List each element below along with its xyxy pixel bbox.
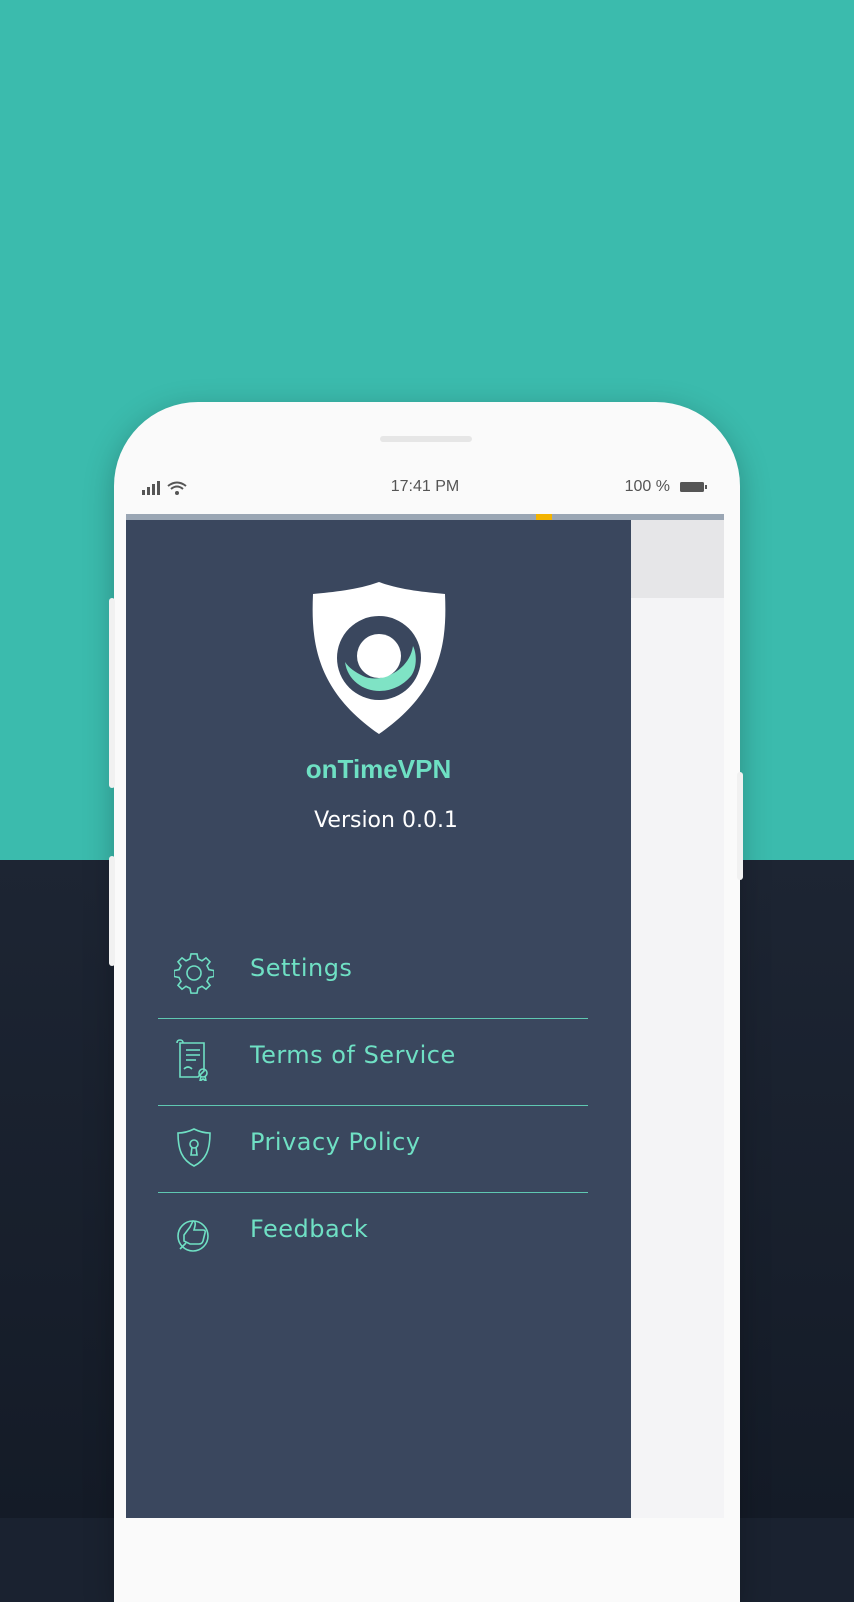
app-version: Version 0.0.1 bbox=[314, 808, 458, 833]
shield-lock-icon bbox=[177, 1128, 211, 1167]
battery-icon bbox=[680, 482, 707, 492]
phone-speaker bbox=[380, 436, 472, 442]
phone-power-button bbox=[737, 772, 743, 880]
app-name: onTimeVPN bbox=[305, 754, 452, 784]
menu-item-settings[interactable]: Settings bbox=[158, 932, 588, 1019]
status-bar: 17:41 PM 100 % bbox=[126, 470, 724, 506]
navigation-drawer: onTimeVPN Version 0.0.1 Settings Terms o… bbox=[126, 520, 631, 1518]
menu-label-terms-of-service: Terms of Service bbox=[250, 1041, 456, 1069]
menu-label-settings: Settings bbox=[250, 954, 353, 982]
menu-item-terms-of-service[interactable]: Terms of Service bbox=[158, 1019, 588, 1106]
battery-percent: 100 % bbox=[624, 478, 670, 495]
phone-volume-button bbox=[109, 598, 115, 788]
drawer-menu: Settings Terms of Service Privacy Policy… bbox=[158, 932, 588, 1279]
phone-side-button bbox=[109, 856, 115, 966]
thumbs-up-icon bbox=[177, 1220, 209, 1252]
gear-icon bbox=[174, 953, 214, 994]
menu-label-privacy-policy: Privacy Policy bbox=[250, 1128, 421, 1156]
document-icon bbox=[176, 1039, 208, 1081]
menu-item-privacy-policy[interactable]: Privacy Policy bbox=[158, 1106, 588, 1193]
app-logo-icon bbox=[312, 582, 446, 734]
background-app-header bbox=[631, 520, 724, 598]
menu-label-feedback: Feedback bbox=[250, 1215, 369, 1243]
app-screen: onTimeVPN Version 0.0.1 Settings Terms o… bbox=[126, 514, 724, 1518]
menu-item-feedback[interactable]: Feedback bbox=[158, 1193, 588, 1279]
